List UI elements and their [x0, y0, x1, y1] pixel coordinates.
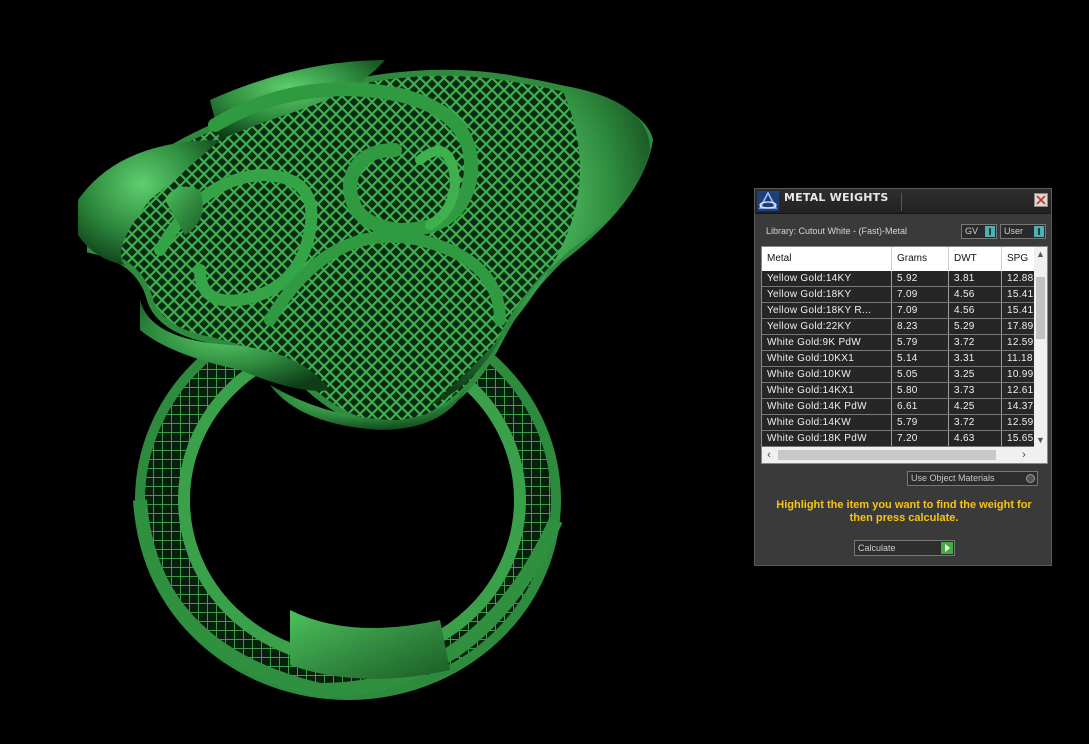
cell-metal: White Gold:10KX1 [762, 351, 892, 366]
cell-dwt: 4.63 [949, 431, 1002, 446]
close-icon [1036, 195, 1046, 205]
ring-model [78, 60, 654, 700]
cell-metal: White Gold:18K PdW [762, 431, 892, 446]
user-toggle[interactable]: User [1000, 224, 1046, 239]
table-row[interactable]: White Gold:10KW 5.05 3.25 10.99 [762, 367, 1034, 383]
cell-grams: 5.05 [892, 367, 949, 382]
cell-grams: 7.09 [892, 303, 949, 318]
cell-metal: White Gold:14KX1 [762, 383, 892, 398]
cell-metal: Yellow Gold:18KY R... [762, 303, 892, 318]
column-header-grams[interactable]: Grams [892, 247, 949, 270]
cell-dwt: 4.56 [949, 287, 1002, 302]
table-row[interactable]: White Gold:14KW 5.79 3.72 12.59 [762, 415, 1034, 431]
table-body: Yellow Gold:14KY 5.92 3.81 12.88 Yellow … [762, 271, 1034, 447]
library-label: Library: Cutout White - (Fast)-Metal [766, 226, 908, 236]
vertical-scrollbar[interactable]: ▲ ▼ [1034, 247, 1047, 447]
panel-title: METAL WEIGHTS [784, 191, 889, 204]
calculate-button[interactable]: Calculate [854, 540, 955, 556]
table-row[interactable]: White Gold:9K PdW 5.79 3.72 12.59 [762, 335, 1034, 351]
table-row[interactable]: White Gold:10KX1 5.14 3.31 11.18 [762, 351, 1034, 367]
cell-grams: 7.09 [892, 287, 949, 302]
table-row[interactable]: White Gold:18K PdW 7.20 4.63 15.65 [762, 431, 1034, 447]
cell-dwt: 4.25 [949, 399, 1002, 414]
scroll-up-icon[interactable]: ▲ [1036, 248, 1045, 260]
table-row[interactable]: White Gold:14KX1 5.80 3.73 12.61 [762, 383, 1034, 399]
column-header-dwt[interactable]: DWT [949, 247, 1002, 270]
gv-toggle[interactable]: GV [961, 224, 997, 239]
instruction-text: Highlight the item you want to find the … [776, 499, 1032, 524]
table-header: Metal Grams DWT SPG [762, 247, 1034, 270]
table-row[interactable]: Yellow Gold:18KY R... 7.09 4.56 15.41 [762, 303, 1034, 319]
radio-icon [1026, 474, 1035, 483]
cell-metal: Yellow Gold:22KY [762, 319, 892, 334]
column-header-metal[interactable]: Metal [762, 247, 892, 270]
use-object-materials-label: Use Object Materials [911, 473, 995, 483]
cell-dwt: 3.72 [949, 415, 1002, 430]
cell-grams: 5.92 [892, 271, 949, 286]
cell-grams: 7.20 [892, 431, 949, 446]
use-object-materials-toggle[interactable]: Use Object Materials [907, 471, 1038, 486]
cell-dwt: 5.29 [949, 319, 1002, 334]
calculate-label: Calculate [858, 543, 896, 553]
cell-grams: 6.61 [892, 399, 949, 414]
scroll-down-icon[interactable]: ▼ [1036, 434, 1045, 446]
cell-dwt: 3.73 [949, 383, 1002, 398]
vertical-scroll-thumb[interactable] [1036, 277, 1045, 339]
horizontal-scrollbar[interactable]: ‹ › [762, 447, 1047, 463]
horizontal-scroll-thumb[interactable] [778, 450, 996, 460]
table-row[interactable]: Yellow Gold:14KY 5.92 3.81 12.88 [762, 271, 1034, 287]
close-button[interactable] [1034, 193, 1048, 207]
cell-dwt: 4.56 [949, 303, 1002, 318]
cell-metal: White Gold:14KW [762, 415, 892, 430]
title-divider [901, 193, 902, 211]
cell-metal: White Gold:9K PdW [762, 335, 892, 350]
cell-metal: White Gold:10KW [762, 367, 892, 382]
cell-metal: Yellow Gold:14KY [762, 271, 892, 286]
app-logo-icon [757, 191, 779, 211]
table-row[interactable]: White Gold:14K PdW 6.61 4.25 14.37 [762, 399, 1034, 415]
scroll-left-icon[interactable]: ‹ [763, 448, 775, 462]
cell-dwt: 3.81 [949, 271, 1002, 286]
play-arrow-icon [941, 542, 953, 554]
cell-grams: 5.80 [892, 383, 949, 398]
cell-dwt: 3.31 [949, 351, 1002, 366]
user-toggle-label: User [1004, 226, 1024, 236]
cell-grams: 8.23 [892, 319, 949, 334]
table-row[interactable]: Yellow Gold:18KY 7.09 4.56 15.41 [762, 287, 1034, 303]
table-row[interactable]: Yellow Gold:22KY 8.23 5.29 17.89 [762, 319, 1034, 335]
cell-metal: Yellow Gold:18KY [762, 287, 892, 302]
toggle-switch-icon [985, 226, 995, 237]
metal-weights-panel: METAL WEIGHTS Library: Cutout White - (F… [754, 188, 1052, 566]
panel-titlebar[interactable]: METAL WEIGHTS [755, 189, 1051, 214]
metal-table: Metal Grams DWT SPG Yellow Gold:14KY 5.9… [761, 246, 1048, 464]
toggle-switch-icon [1034, 226, 1044, 237]
cell-grams: 5.14 [892, 351, 949, 366]
cell-grams: 5.79 [892, 415, 949, 430]
cell-metal: White Gold:14K PdW [762, 399, 892, 414]
cell-dwt: 3.25 [949, 367, 1002, 382]
cell-grams: 5.79 [892, 335, 949, 350]
gv-toggle-label: GV [965, 226, 979, 236]
cell-dwt: 3.72 [949, 335, 1002, 350]
scroll-right-icon[interactable]: › [1018, 448, 1030, 462]
